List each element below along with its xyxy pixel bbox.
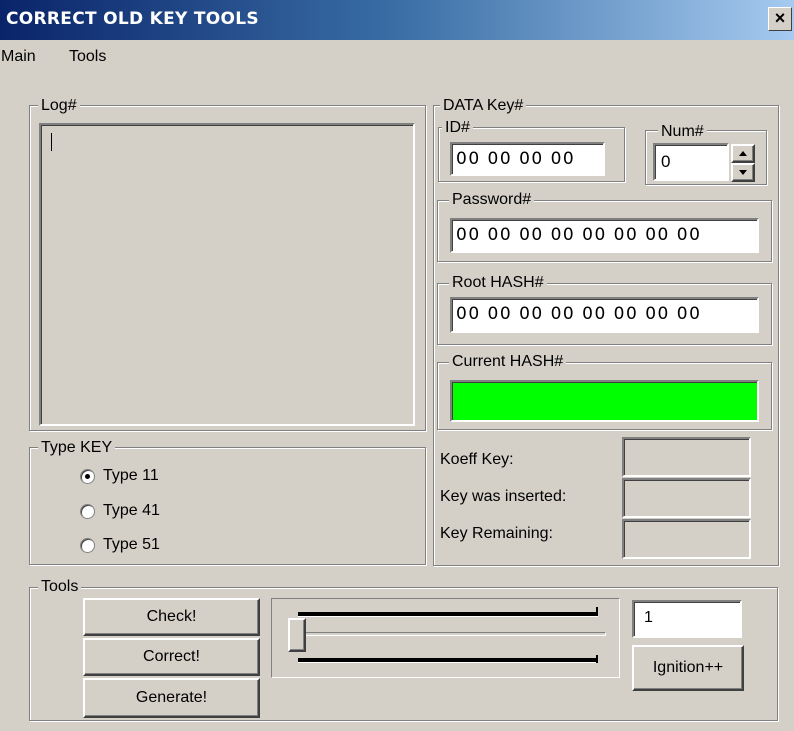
arrow-up-icon	[739, 151, 747, 156]
menu-bar	[0, 40, 794, 76]
type-key-label: Type KEY	[38, 439, 116, 457]
num-spin-down[interactable]	[731, 163, 755, 182]
radio-type-41-label[interactable]: Type 41	[103, 502, 160, 520]
tools-label: Tools	[38, 578, 82, 596]
id-field[interactable]: 00 00 00 00	[450, 142, 605, 176]
data-key-label: DATA Key#	[440, 97, 527, 115]
correct-button[interactable]: Correct!	[83, 638, 260, 676]
current-hash-label: Current HASH#	[449, 353, 567, 371]
slider-tick-end	[596, 607, 598, 615]
root-hash-field[interactable]: 00 00 00 00 00 00 00 00	[450, 297, 759, 333]
id-label: ID#	[442, 119, 473, 137]
menu-main[interactable]: Main	[1, 48, 36, 66]
slider-frame	[271, 598, 620, 678]
slider-track	[294, 632, 606, 636]
window-title: CORRECT OLD KEY TOOLS	[6, 9, 259, 29]
key-inserted-label: Key was inserted:	[440, 488, 567, 505]
check-button[interactable]: Check!	[83, 598, 260, 636]
koeff-key-value	[622, 437, 751, 477]
root-hash-value: 00 00 00 00 00 00 00 00	[456, 304, 702, 324]
password-field[interactable]: 00 00 00 00 00 00 00 00	[450, 218, 759, 253]
key-remaining-label: Key Remaining:	[440, 525, 553, 542]
current-hash-indicator	[450, 380, 759, 422]
key-inserted-value	[622, 478, 751, 518]
num-spin-up[interactable]	[731, 144, 755, 163]
arrow-down-icon	[739, 170, 747, 175]
slider-tick-line-top	[298, 612, 598, 617]
password-value: 00 00 00 00 00 00 00 00	[456, 225, 702, 245]
num-value: 0	[661, 152, 671, 171]
count-field[interactable]: 1	[632, 600, 742, 638]
slider-tick-line-bottom	[298, 658, 598, 663]
koeff-key-label: Koeff Key:	[440, 451, 514, 468]
slider-tick-end-bottom	[596, 655, 598, 663]
radio-type-41[interactable]	[80, 504, 95, 519]
menu-tools[interactable]: Tools	[69, 48, 106, 66]
num-label: Num#	[658, 123, 707, 141]
num-field[interactable]: 0	[653, 143, 729, 181]
ignition-button[interactable]: Ignition++	[632, 645, 744, 691]
key-remaining-value	[622, 519, 751, 559]
log-textarea[interactable]	[39, 123, 415, 426]
radio-type-11[interactable]	[80, 469, 95, 484]
generate-button[interactable]: Generate!	[83, 678, 260, 718]
radio-type-51-label[interactable]: Type 51	[103, 536, 160, 554]
text-caret	[51, 133, 52, 151]
root-hash-label: Root HASH#	[449, 274, 547, 292]
radio-type-11-label[interactable]: Type 11	[103, 467, 159, 485]
close-icon: ×	[774, 8, 786, 28]
slider-thumb[interactable]	[288, 618, 306, 652]
radio-type-51[interactable]	[80, 538, 95, 553]
close-button[interactable]: ×	[768, 7, 792, 31]
count-value: 1	[644, 609, 653, 626]
id-value: 00 00 00 00	[456, 149, 576, 169]
password-label: Password#	[449, 191, 535, 209]
log-label: Log#	[38, 97, 80, 115]
